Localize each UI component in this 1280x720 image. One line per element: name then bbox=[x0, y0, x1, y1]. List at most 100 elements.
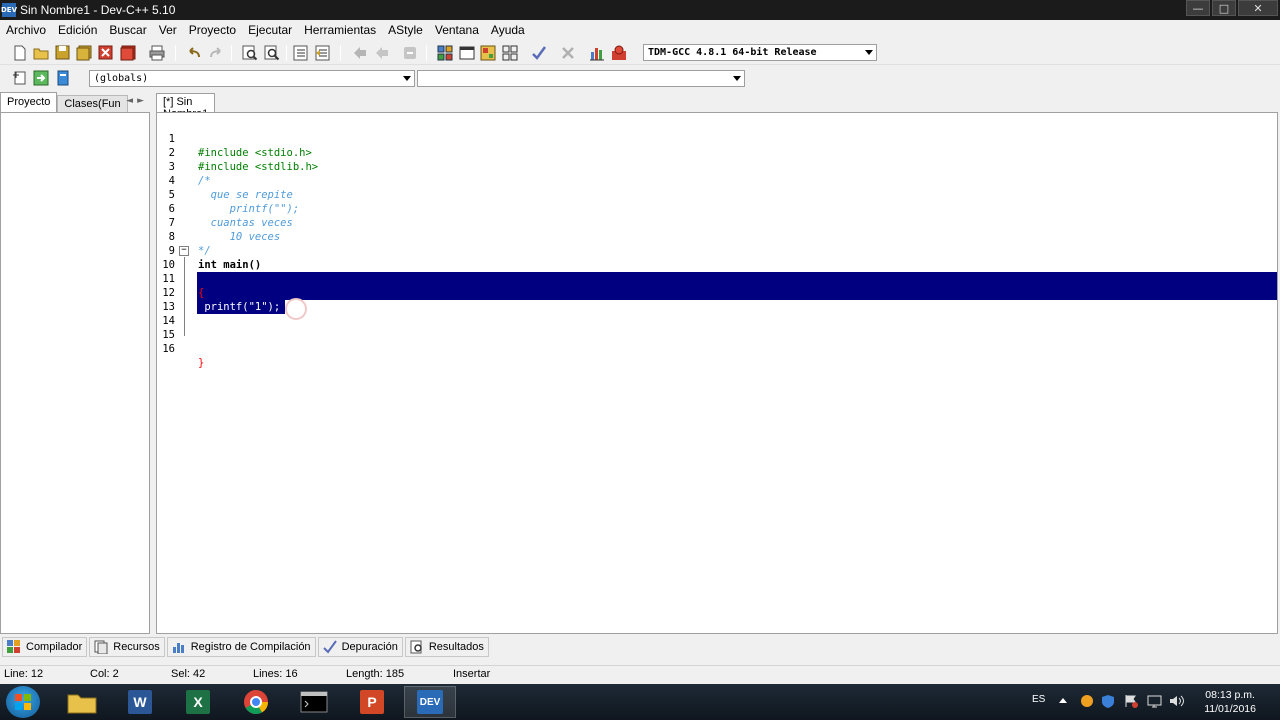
tab-compilador[interactable]: Compilador bbox=[2, 637, 88, 657]
title-bar: DEV Sin Nombre1 - Dev-C++ 5.10 — □ ✕ bbox=[0, 0, 1280, 20]
start-button[interactable] bbox=[6, 686, 40, 718]
chevron-down-icon bbox=[403, 76, 411, 81]
tab-recursos[interactable]: Recursos bbox=[89, 637, 165, 657]
window-button[interactable] bbox=[457, 43, 476, 62]
stop-button[interactable] bbox=[558, 43, 577, 62]
print-button[interactable] bbox=[147, 43, 166, 62]
taskbar-chrome[interactable] bbox=[230, 686, 282, 718]
tab-proyecto[interactable]: Proyecto bbox=[0, 92, 58, 112]
code-editor[interactable]: 1 #include <stdio.h> 2 #include <stdlib.… bbox=[156, 112, 1278, 634]
clock-time: 08:13 p.m. bbox=[1205, 689, 1255, 701]
project-panel-tabs: Proyecto Clases(Fun ◄ ► bbox=[0, 92, 150, 112]
menu-buscar[interactable]: Buscar bbox=[103, 23, 152, 37]
tray-volume[interactable] bbox=[1169, 694, 1184, 720]
taskbar-cmd[interactable] bbox=[288, 686, 340, 718]
menu-edicion[interactable]: Edición bbox=[52, 23, 103, 37]
tab-scroll-right-icon[interactable]: ► bbox=[137, 96, 144, 106]
new-project-button[interactable] bbox=[435, 43, 454, 62]
redo-button[interactable] bbox=[206, 43, 225, 62]
replace-button[interactable] bbox=[262, 43, 281, 62]
tab-depuracion[interactable]: Depuración bbox=[317, 637, 403, 657]
maximize-button[interactable]: □ bbox=[1212, 0, 1236, 16]
tab-sin-nombre1[interactable]: [*] Sin Nombre1 bbox=[156, 93, 216, 120]
toggle-bookmark-button[interactable] bbox=[400, 43, 419, 62]
taskbar-word[interactable]: W bbox=[114, 686, 166, 718]
taskbar-excel[interactable]: X bbox=[172, 686, 224, 718]
project-options-button[interactable] bbox=[478, 43, 497, 62]
code-line: 3 /* bbox=[157, 146, 1277, 187]
taskbar-explorer[interactable] bbox=[56, 686, 108, 718]
undo-button[interactable] bbox=[184, 43, 203, 62]
find-button[interactable] bbox=[240, 43, 259, 62]
close-all-button[interactable] bbox=[118, 43, 137, 62]
close-all-icon bbox=[120, 45, 135, 60]
compiler-select[interactable]: TDM-GCC 4.8.1 64-bit Release bbox=[643, 44, 877, 61]
indent-button[interactable] bbox=[291, 43, 310, 62]
open-file-button[interactable] bbox=[31, 43, 50, 62]
menu-ayuda[interactable]: Ayuda bbox=[485, 23, 531, 37]
class-browser-button[interactable] bbox=[500, 43, 519, 62]
toolbar-separator bbox=[231, 45, 232, 61]
taskbar-clock[interactable]: 08:13 p.m. 11/01/2016 bbox=[1204, 688, 1256, 716]
mouse-click-indicator bbox=[285, 298, 307, 320]
show-hidden-icons[interactable] bbox=[1058, 696, 1068, 720]
window-controls: — □ ✕ bbox=[1184, 0, 1278, 16]
close-button[interactable]: ✕ bbox=[1238, 0, 1278, 16]
goto-next-button[interactable] bbox=[372, 43, 391, 62]
terminal-icon bbox=[300, 691, 328, 713]
save-button[interactable] bbox=[53, 43, 72, 62]
save-all-button[interactable] bbox=[74, 43, 93, 62]
menu-ejecutar[interactable]: Ejecutar bbox=[242, 23, 298, 37]
find-icon bbox=[242, 45, 257, 60]
language-indicator[interactable]: ES bbox=[1032, 694, 1045, 720]
flag-icon bbox=[1125, 695, 1138, 708]
arrow-left-icon bbox=[353, 46, 366, 59]
tray-app-orange[interactable] bbox=[1080, 694, 1094, 720]
tab-clases[interactable]: Clases(Fun bbox=[57, 95, 128, 112]
project-tree[interactable] bbox=[0, 112, 150, 634]
tray-network[interactable] bbox=[1147, 694, 1162, 720]
close-file-button[interactable] bbox=[96, 43, 115, 62]
code-line: 15 bbox=[157, 314, 1277, 341]
scope-select[interactable]: (globals) bbox=[89, 70, 415, 87]
menu-bar: Archivo Edición Buscar Ver Proyecto Ejec… bbox=[0, 20, 1280, 40]
tray-security[interactable] bbox=[1101, 694, 1115, 720]
menu-proyecto[interactable]: Proyecto bbox=[183, 23, 242, 37]
menu-ver[interactable]: Ver bbox=[153, 23, 183, 37]
tab-label: Resultados bbox=[428, 641, 484, 653]
window-title: Sin Nombre1 - Dev-C++ 5.10 bbox=[20, 3, 176, 17]
taskbar-powerpoint[interactable]: P bbox=[346, 686, 398, 718]
devcpp-app-icon: DEV bbox=[1, 3, 17, 17]
scope-select-value: (globals) bbox=[94, 73, 149, 84]
check-syntax-button[interactable] bbox=[529, 43, 548, 62]
tab-registro-compilacion[interactable]: Registro de Compilación bbox=[166, 637, 316, 657]
menu-astyle[interactable]: AStyle bbox=[382, 23, 429, 37]
minimize-button[interactable]: — bbox=[1186, 0, 1210, 16]
devcpp-icon-label: DEV bbox=[419, 696, 441, 708]
fold-collapse-icon[interactable]: − bbox=[179, 246, 189, 256]
folder-icon bbox=[67, 694, 97, 714]
taskbar-devcpp[interactable]: DEV bbox=[404, 686, 456, 718]
document-blue-icon bbox=[57, 70, 68, 85]
open-folder-icon bbox=[33, 48, 48, 59]
bookmark-list-button[interactable] bbox=[53, 68, 72, 87]
new-file-button[interactable] bbox=[10, 43, 29, 62]
profile-button[interactable] bbox=[609, 43, 628, 62]
menu-archivo[interactable]: Archivo bbox=[0, 23, 52, 37]
insert-button[interactable] bbox=[10, 68, 29, 87]
menu-ventana[interactable]: Ventana bbox=[429, 23, 485, 37]
tab-resultados[interactable]: Resultados bbox=[404, 637, 489, 657]
toggle-goto-button[interactable] bbox=[31, 68, 50, 87]
menu-herramientas[interactable]: Herramientas bbox=[298, 23, 382, 37]
excel-icon: X bbox=[186, 690, 210, 714]
tray-action-center[interactable] bbox=[1124, 694, 1138, 720]
chart-button[interactable] bbox=[587, 43, 606, 62]
goto-previous-button[interactable] bbox=[350, 43, 369, 62]
function-select[interactable] bbox=[417, 70, 745, 87]
windows-taskbar: W X P DEV ES 08:13 p.m. 11/01/2016 bbox=[0, 684, 1280, 720]
svg-text:W: W bbox=[133, 694, 147, 710]
code-line: 11 bbox=[157, 258, 1277, 285]
tab-scroll-left-icon[interactable]: ◄ bbox=[126, 96, 133, 106]
unindent-button[interactable] bbox=[313, 43, 332, 62]
toolbar-separator bbox=[426, 45, 427, 61]
